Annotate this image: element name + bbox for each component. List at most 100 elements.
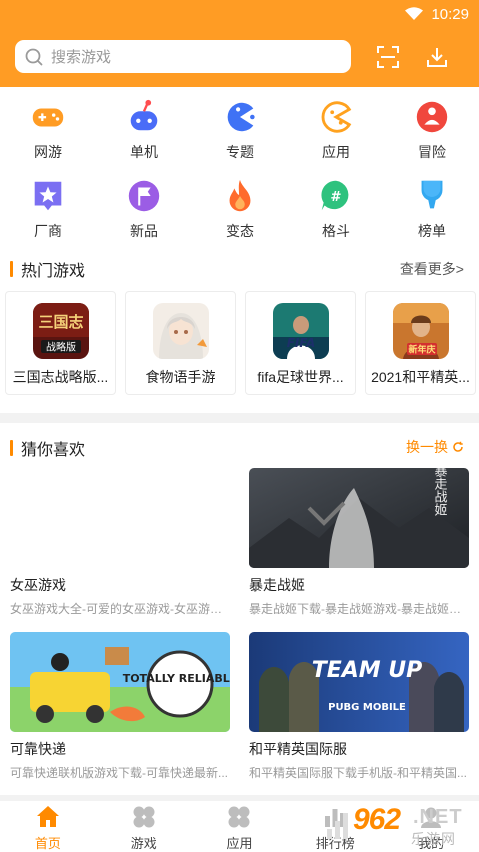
recommend-image-baozou: 暴走战姬 [249, 468, 469, 568]
icon-text: FIFA [286, 336, 315, 350]
watermark-signal-icon [327, 813, 348, 839]
recommend-desc: 暴走战姬下载-暴走战姬游戏-暴走战姬手... [249, 602, 469, 616]
watermark-logo: 962 .NET 乐游网 [325, 803, 475, 849]
download-icon [427, 48, 447, 67]
category-label: 格斗 [322, 223, 350, 239]
grid-icon [133, 806, 155, 828]
hot-game-name: 食物语手游 [145, 369, 216, 385]
recommend-desc: 可靠快递联机版游戏下载-可靠快递最新... [10, 766, 228, 780]
home-icon [36, 806, 59, 827]
tab-label: 首页 [34, 836, 61, 851]
hash-chat-icon: # [321, 180, 349, 211]
search-placeholder: 搜索游戏 [51, 49, 112, 66]
view-more-link[interactable]: 查看更多> [400, 259, 464, 279]
tab-label: 游戏 [130, 836, 157, 851]
refresh-button[interactable]: 换一换 [406, 437, 464, 457]
hot-game-card[interactable]: 食物语手游 [125, 291, 236, 395]
hot-game-card[interactable]: FIFA fifa足球世界... [245, 291, 356, 395]
hot-games-list: 三国志 战略版 三国志战略版... 食物语手游 FIFA fifa足球世界...… [5, 291, 479, 395]
hot-game-card[interactable]: 三国志 战略版 三国志战略版... [5, 291, 116, 395]
recommend-image-pubg: TEAM UP PUBG MOBILE [249, 632, 469, 732]
title-accent-bar [10, 261, 13, 277]
recommend-title: 猜你喜欢 [10, 436, 85, 460]
adventure-icon [416, 101, 448, 133]
recommend-card[interactable]: TOTALLY RELIABLE 可靠快递 可靠快递联机版游戏下载-可靠快递最新… [10, 632, 230, 781]
image-title: TEAM UP [312, 658, 423, 683]
recommend-title-label: 暴走战姬 [249, 577, 305, 593]
category-vendor[interactable]: 厂商 [0, 177, 96, 243]
hot-game-name: 三国志战略版... [12, 369, 109, 385]
category-apps[interactable]: 应用 [288, 98, 384, 164]
app-screen: 10:29 搜索游戏 网游 单机 专题 应用 冒险 厂商 新品 变态 # 格斗 … [0, 0, 479, 852]
recommend-image-reliable: TOTALLY RELIABLE [10, 632, 230, 732]
game-icon-pubg: 新年庆 [392, 303, 449, 359]
category-topic[interactable]: 专题 [192, 98, 288, 164]
search-icon [25, 48, 43, 65]
hot-game-card[interactable]: 新年庆 2021和平精英... [365, 291, 476, 395]
smiley-icon [321, 101, 352, 133]
apps-icon [228, 806, 250, 828]
flame-icon [229, 179, 251, 212]
svg-text:#: # [330, 190, 341, 205]
recommend-title-text: 猜你喜欢 [21, 442, 86, 459]
recommend-card[interactable]: TEAM UP PUBG MOBILE 和平精英国际服 和平精英国际服下载手机版… [249, 632, 469, 781]
hot-game-name: 2021和平精英... [371, 369, 470, 385]
category-label: 厂商 [34, 223, 62, 239]
status-bar: 10:29 [405, 4, 469, 24]
category-single[interactable]: 单机 [96, 98, 192, 164]
category-new[interactable]: 新品 [96, 177, 192, 243]
recommend-title-label: 和平精英国际服 [249, 741, 347, 757]
watermark-number: 962 [353, 803, 401, 836]
refresh-label: 换一换 [406, 439, 448, 455]
icon-text: 三国志 [38, 313, 83, 331]
tab-label: 应用 [226, 836, 253, 851]
recommend-title-label: 可靠快递 [10, 741, 66, 757]
category-label: 变态 [226, 223, 254, 239]
category-adventure[interactable]: 冒险 [384, 98, 479, 164]
category-label: 新品 [130, 223, 158, 239]
category-rank[interactable]: 榜单 [384, 177, 479, 243]
category-grid: 网游 单机 专题 应用 冒险 厂商 新品 变态 # 格斗 榜单 [0, 98, 479, 243]
tab-apps[interactable]: 应用 [192, 801, 288, 852]
category-label: 网游 [34, 144, 62, 160]
image-title: 暴走战姬 [432, 468, 448, 516]
download-button[interactable] [422, 42, 452, 72]
header: 10:29 搜索游戏 [0, 0, 479, 87]
hot-games-title-text: 热门游戏 [21, 263, 86, 280]
flag-icon [128, 180, 160, 212]
category-label: 专题 [226, 144, 254, 160]
image-subtitle: PUBG MOBILE [328, 702, 406, 713]
recommend-card[interactable]: 女巫游戏 女巫游戏大全-可爱的女巫游戏-女巫游戏... [10, 468, 230, 617]
game-icon-shiwuyu [152, 303, 209, 359]
recommend-card[interactable]: 暴走战姬 暴走战姬 暴走战姬下载-暴走战姬游戏-暴走战姬手... [249, 468, 469, 617]
category-fight[interactable]: # 格斗 [288, 177, 384, 243]
star-badge-icon [34, 181, 62, 211]
game-icon-fifa: FIFA [272, 303, 329, 359]
tab-games[interactable]: 游戏 [96, 801, 192, 852]
section-divider [0, 413, 479, 423]
recommend-title-label: 女巫游戏 [10, 577, 66, 593]
category-label: 榜单 [418, 223, 446, 239]
category-online[interactable]: 网游 [0, 98, 96, 164]
category-label: 应用 [322, 144, 350, 160]
recommend-image-blank [10, 468, 230, 568]
scan-button[interactable] [373, 42, 403, 72]
gamepad-icon [32, 108, 64, 127]
category-mod[interactable]: 变态 [192, 177, 288, 243]
category-label: 冒险 [418, 144, 446, 160]
recommend-desc: 女巫游戏大全-可爱的女巫游戏-女巫游戏... [10, 602, 230, 616]
watermark-domain: .NET [413, 806, 463, 828]
title-accent-bar [10, 440, 13, 456]
scan-icon [377, 46, 399, 68]
joystick-icon [130, 99, 158, 131]
category-label: 单机 [130, 144, 158, 160]
pacman-icon [227, 102, 255, 132]
search-input[interactable]: 搜索游戏 [15, 40, 351, 73]
icon-subtext: 战略版 [46, 341, 76, 354]
recommend-desc: 和平精英国际服下载手机版-和平精英国... [249, 766, 467, 780]
status-time: 10:29 [431, 5, 469, 23]
icon-text: 新年庆 [408, 344, 435, 356]
hot-game-name: fifa足球世界... [257, 369, 344, 385]
tab-home[interactable]: 首页 [0, 801, 96, 852]
refresh-icon [453, 441, 463, 452]
